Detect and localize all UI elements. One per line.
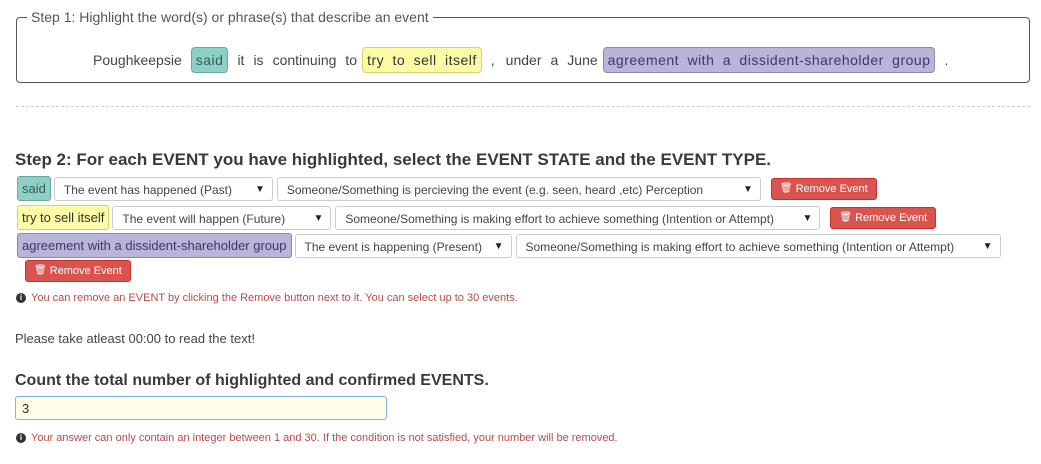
sentence-word[interactable]: to bbox=[345, 50, 357, 70]
highlight-agreement[interactable]: agreement with a dissident-shareholder g… bbox=[602, 47, 936, 73]
chevron-down-icon: ▼ bbox=[742, 183, 753, 195]
event-row: said The event has happened (Past) ▼ Som… bbox=[17, 176, 877, 201]
chevron-down-icon: ▼ bbox=[982, 240, 993, 252]
event-state-value: The event has happened (Past) bbox=[63, 182, 232, 197]
step1-legend: Step 1: Highlight the word(s) or phrase(… bbox=[27, 8, 433, 26]
highlight-said[interactable]: said bbox=[190, 47, 229, 73]
event-state-select[interactable]: The event is happening (Present) ▼ bbox=[294, 233, 512, 258]
count-note-text: Your answer can only contain an integer … bbox=[31, 432, 618, 444]
chevron-down-icon: ▼ bbox=[802, 212, 813, 224]
chevron-down-icon: ▼ bbox=[313, 212, 324, 224]
event-tag: said bbox=[17, 176, 51, 201]
info-icon: i bbox=[16, 293, 26, 303]
event-type-value: Someone/Something is percieving the even… bbox=[286, 182, 704, 197]
event-type-select[interactable]: Someone/Something is making effort to ac… bbox=[335, 205, 821, 230]
remove-event-label: Remove Event bbox=[795, 182, 868, 195]
sentence-word[interactable]: . bbox=[944, 50, 948, 70]
event-row-remove: 🗑 Remove Event bbox=[25, 260, 131, 282]
remove-event-button[interactable]: 🗑 Remove Event bbox=[25, 260, 131, 282]
remove-event-button[interactable]: 🗑 Remove Event bbox=[830, 206, 937, 229]
event-state-value: The event is happening (Present) bbox=[304, 239, 482, 254]
remove-event-label: Remove Event bbox=[855, 211, 928, 224]
sentence-word[interactable]: , bbox=[491, 50, 495, 70]
event-tag: try to sell itself bbox=[17, 205, 110, 230]
sentence-word[interactable]: continuing bbox=[273, 50, 337, 70]
event-row: try to sell itself The event will happen… bbox=[17, 205, 937, 230]
event-tag: agreement with a dissident-shareholder g… bbox=[17, 233, 292, 258]
info-icon: i bbox=[16, 433, 26, 443]
event-row: agreement with a dissident-shareholder g… bbox=[17, 233, 1005, 258]
sentence-word[interactable]: under bbox=[506, 50, 542, 70]
event-type-value: Someone/Something is making effort to ac… bbox=[525, 239, 955, 254]
event-type-value: Someone/Something is making effort to ac… bbox=[345, 211, 775, 226]
remove-note-text: You can remove an EVENT by clicking the … bbox=[31, 292, 518, 304]
trash-icon: 🗑 bbox=[839, 211, 853, 223]
remove-event-button[interactable]: 🗑 Remove Event bbox=[770, 177, 877, 200]
step2-title: Step 2: For each EVENT you have highligh… bbox=[15, 150, 772, 169]
sentence-word[interactable]: it bbox=[237, 50, 244, 70]
event-type-select[interactable]: Someone/Something is making effort to ac… bbox=[515, 233, 1001, 258]
event-state-select[interactable]: The event will happen (Future) ▼ bbox=[112, 205, 332, 230]
count-note: i Your answer can only contain an intege… bbox=[16, 432, 618, 444]
sentence: Poughkeepsie said it is continuing to tr… bbox=[93, 47, 957, 73]
sentence-word[interactable]: Poughkeepsie bbox=[93, 50, 182, 70]
highlight-try-to-sell-itself[interactable]: try to sell itself bbox=[362, 47, 482, 73]
sentence-word[interactable]: a bbox=[550, 50, 558, 70]
step1-fieldset: Step 1: Highlight the word(s) or phrase(… bbox=[16, 8, 1030, 83]
remove-note: i You can remove an EVENT by clicking th… bbox=[16, 292, 518, 304]
sentence-word[interactable]: is bbox=[253, 50, 263, 70]
chevron-down-icon: ▼ bbox=[493, 240, 504, 252]
event-type-select[interactable]: Someone/Something is percieving the even… bbox=[276, 176, 761, 201]
event-count-input[interactable] bbox=[15, 396, 387, 420]
chevron-down-icon: ▼ bbox=[254, 183, 265, 195]
remove-event-label: Remove Event bbox=[49, 265, 122, 277]
trash-icon: 🗑 bbox=[779, 182, 793, 194]
event-state-value: The event will happen (Future) bbox=[122, 211, 286, 226]
read-notice: Please take atleast 00:00 to read the te… bbox=[15, 331, 255, 346]
sentence-word[interactable]: June bbox=[567, 50, 597, 70]
count-title: Count the total number of highlighted an… bbox=[15, 372, 489, 389]
divider bbox=[16, 106, 1030, 107]
event-state-select[interactable]: The event has happened (Past) ▼ bbox=[53, 176, 273, 201]
trash-icon: 🗑 bbox=[34, 265, 47, 276]
